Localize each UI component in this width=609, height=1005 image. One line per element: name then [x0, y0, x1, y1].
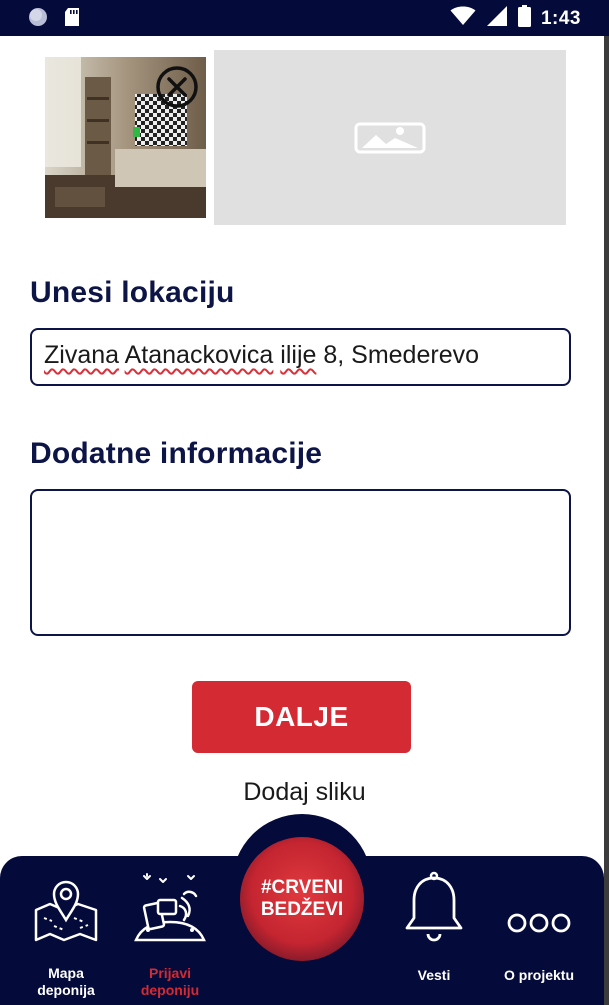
center-button-line: BEDŽEVI: [260, 899, 344, 920]
location-label: Unesi lokaciju: [30, 276, 235, 309]
nav-item-news[interactable]: Vesti: [396, 870, 472, 984]
nav-item-about[interactable]: O projektu: [497, 870, 581, 984]
battery-icon: [517, 5, 531, 32]
notification-dot-icon: [28, 7, 48, 32]
signal-icon: [486, 5, 508, 32]
more-dots-icon: [507, 913, 571, 933]
screen-edge: [604, 36, 609, 1005]
location-value: Zivana Atanackovica ilije 8, Smederevo: [44, 341, 479, 370]
nav-item-map[interactable]: Mapa deponija: [26, 870, 106, 999]
add-photo-link[interactable]: Dodaj sliku: [0, 778, 609, 807]
crveni-bedzevi-button[interactable]: #CRVENI BEDŽEVI: [240, 837, 364, 961]
add-image-placeholder[interactable]: [214, 50, 566, 225]
image-icon: [354, 122, 426, 153]
additional-info-label: Dodatne informacije: [30, 437, 323, 470]
status-bar: 1:43: [0, 0, 609, 36]
next-button[interactable]: DALJE: [192, 681, 411, 753]
bell-icon: [405, 871, 463, 942]
nav-label-line: Vesti: [417, 967, 451, 983]
status-time: 1:43: [540, 7, 581, 29]
close-circle-icon: [156, 66, 198, 108]
wifi-icon: [450, 6, 476, 31]
nav-label-line: Prijavi: [148, 965, 192, 981]
nav-label-line: deponija: [37, 982, 95, 998]
nav-label-line: deponiju: [140, 982, 200, 998]
location-word: Atanackovica: [124, 341, 274, 369]
location-input[interactable]: Zivana Atanackovica ilije 8, Smederevo: [30, 328, 571, 386]
nav-label-line: O projektu: [503, 967, 574, 983]
trash-report-icon: [134, 873, 206, 942]
additional-info-textarea[interactable]: [30, 489, 571, 636]
nav-item-report[interactable]: Prijavi deponiju: [130, 870, 210, 999]
location-word: ilije: [280, 341, 317, 369]
remove-photo-button[interactable]: [156, 66, 198, 108]
center-button-line: #CRVENI: [260, 877, 343, 898]
sd-card-icon: [64, 7, 80, 32]
location-word: Zivana: [44, 341, 120, 369]
location-word: 8, Smederevo: [323, 341, 479, 369]
map-pin-icon: [34, 880, 98, 942]
nav-label-line: Mapa: [48, 965, 84, 981]
